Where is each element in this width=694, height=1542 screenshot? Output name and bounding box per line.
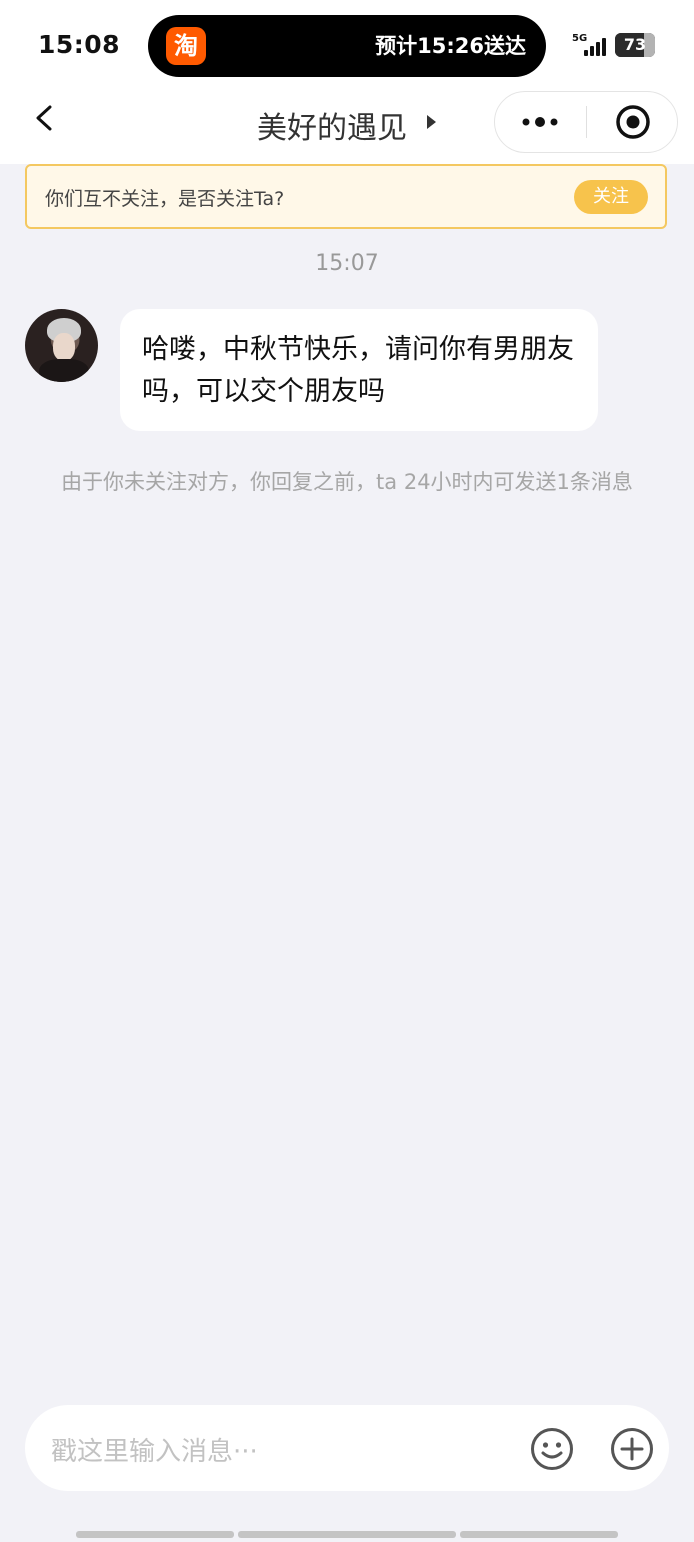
dynamic-island[interactable]: 淘 预计15:26送达 bbox=[148, 15, 546, 77]
plus-circle-icon bbox=[611, 1428, 653, 1470]
smile-emoji-icon bbox=[531, 1428, 573, 1470]
signal-strength-icon bbox=[584, 36, 610, 56]
navigation-bar: 美好的遇见 bbox=[0, 88, 694, 164]
back-button[interactable] bbox=[26, 100, 66, 140]
taobao-app-icon: 淘 bbox=[166, 27, 206, 65]
chat-screen: 15:08 淘 预计15:26送达 5G 73 美好的遇见 你们互不关注，是否关… bbox=[0, 0, 694, 1542]
message-input[interactable]: 戳这里输入消息··· bbox=[51, 1431, 258, 1468]
target-close-icon bbox=[616, 105, 650, 139]
back-chevron-icon bbox=[36, 105, 52, 131]
follow-prompt-text: 你们互不关注，是否关注Ta? bbox=[45, 188, 285, 210]
emoji-button[interactable] bbox=[529, 1426, 575, 1472]
sender-avatar[interactable] bbox=[25, 309, 98, 382]
status-bar: 15:08 淘 预计15:26送达 5G 73 bbox=[0, 0, 694, 88]
message-timestamp: 15:07 bbox=[315, 251, 379, 276]
delivery-eta-text: 预计15:26送达 bbox=[375, 34, 526, 58]
title-triangle-icon[interactable] bbox=[427, 115, 436, 129]
more-dots-icon bbox=[522, 117, 558, 127]
more-button[interactable] bbox=[495, 92, 586, 152]
reply-limit-notice: 由于你未关注对方，你回复之前，ta 24小时内可发送1条消息 bbox=[61, 470, 633, 494]
battery-icon: 73 bbox=[615, 33, 655, 57]
message-input-bar: 戳这里输入消息··· bbox=[25, 1405, 669, 1491]
follow-prompt-banner: 你们互不关注，是否关注Ta? 关注 bbox=[25, 164, 667, 229]
page-title[interactable]: 美好的遇见 bbox=[257, 103, 407, 147]
home-indicator[interactable] bbox=[76, 1531, 618, 1539]
mini-program-capsule bbox=[494, 91, 678, 153]
close-mini-program-button[interactable] bbox=[587, 92, 678, 152]
more-actions-button[interactable] bbox=[609, 1426, 655, 1472]
message-bubble[interactable]: 哈喽，中秋节快乐，请问你有男朋友吗，可以交个朋友吗 bbox=[120, 309, 598, 431]
status-time: 15:08 bbox=[38, 30, 121, 59]
battery-level-text: 73 bbox=[623, 35, 647, 54]
follow-button[interactable]: 关注 bbox=[574, 180, 648, 214]
message-text: 哈喽，中秋节快乐，请问你有男朋友吗，可以交个朋友吗 bbox=[142, 334, 574, 407]
